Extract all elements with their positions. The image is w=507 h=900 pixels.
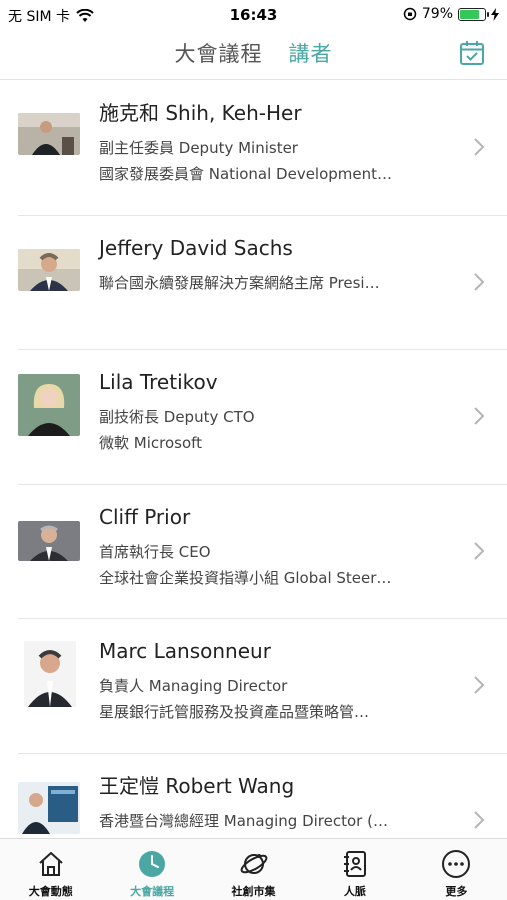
speaker-organization: 星展銀行託管服務及投資產品暨策略管… <box>99 703 370 721</box>
speaker-photo <box>18 781 80 834</box>
speaker-list: 施克和 Shih, Keh-Her 副主任委員 Deputy Minister … <box>0 81 507 834</box>
more-icon <box>442 850 471 878</box>
bottom-tab-bar: 大會動態 大會議程 社創市集 人脈 更多 <box>0 838 507 900</box>
speaker-name: Marc Lansonneur <box>99 639 271 663</box>
status-right: 79% <box>403 6 499 22</box>
speaker-photo <box>18 374 80 436</box>
speaker-organization: 全球社會企業投資指導小組 Global Steer… <box>99 568 392 587</box>
tab-label: 大會議程 <box>130 885 175 898</box>
speaker-organization: 微軟 Microsoft <box>99 434 203 452</box>
charging-icon <box>491 7 499 21</box>
chevron-right-icon <box>474 810 485 829</box>
speaker-row[interactable]: 王定愷 Robert Wang 香港暨台灣總經理 Managing Direct… <box>18 754 507 834</box>
planet-icon <box>240 854 267 874</box>
chevron-right-icon <box>474 407 485 425</box>
tab-more[interactable]: 更多 <box>406 839 507 900</box>
speaker-name: Jeffery David Sachs <box>99 235 293 260</box>
tab-news[interactable]: 大會動態 <box>0 839 101 900</box>
tab-label: 大會動態 <box>28 885 73 898</box>
speaker-photo <box>18 520 80 561</box>
speaker-row[interactable]: Jeffery David Sachs 聯合國永續發展解決方案網絡主席 Pres… <box>18 216 507 350</box>
chevron-right-icon <box>474 272 485 291</box>
speaker-name: 王定愷 Robert Wang <box>99 773 295 798</box>
tab-market[interactable]: 社創市集 <box>203 839 304 900</box>
tab-agenda-bottom[interactable]: 大會議程 <box>101 839 202 900</box>
tab-label: 更多 <box>445 885 468 898</box>
battery-icon <box>458 7 489 21</box>
battery-percent: 79% <box>421 6 453 22</box>
calendar-check-icon[interactable] <box>459 40 485 66</box>
speaker-name: Cliff Prior <box>99 504 191 529</box>
speaker-title: 聯合國永續發展解決方案網絡主席 Presi… <box>99 273 380 292</box>
chevron-right-icon <box>474 138 485 156</box>
speaker-title: 香港暨台灣總經理 Managing Director (… <box>99 811 388 830</box>
orientation-lock-icon <box>403 7 417 21</box>
tab-label: 人脈 <box>343 885 366 898</box>
speaker-title: 首席執行長 CEO <box>99 542 211 561</box>
speaker-row[interactable]: Marc Lansonneur 負責人 Managing Director 星展… <box>18 619 507 754</box>
top-nav-bar: 大會議程 講者 <box>0 28 507 80</box>
contacts-icon <box>343 851 366 877</box>
tab-label: 社創市集 <box>231 885 276 898</box>
home-icon <box>39 852 63 876</box>
speaker-photo <box>24 641 76 707</box>
tab-speakers[interactable]: 講者 <box>289 38 333 68</box>
speaker-title: 副主任委員 Deputy Minister <box>99 139 298 157</box>
chevron-right-icon <box>474 676 485 694</box>
speaker-row[interactable]: Cliff Prior 首席執行長 CEO 全球社會企業投資指導小組 Globa… <box>18 485 507 619</box>
speaker-title: 負責人 Managing Director <box>99 677 288 695</box>
speaker-title: 副技術長 Deputy CTO <box>99 408 255 426</box>
status-bar: 无 SIM 卡 16:43 79% <box>0 0 507 28</box>
speaker-organization: 國家發展委員會 National Development… <box>99 165 393 183</box>
segment-tabs: 大會議程 講者 <box>0 38 507 68</box>
tab-network[interactable]: 人脈 <box>304 839 405 900</box>
speaker-photo <box>18 113 80 155</box>
speaker-name: 施克和 Shih, Keh-Her <box>99 101 302 125</box>
battery-fill <box>460 9 479 19</box>
speaker-photo <box>18 248 80 291</box>
speaker-row[interactable]: Lila Tretikov 副技術長 Deputy CTO 微軟 Microso… <box>18 350 507 485</box>
tab-agenda[interactable]: 大會議程 <box>175 38 263 68</box>
chevron-right-icon <box>474 541 485 560</box>
speaker-row[interactable]: 施克和 Shih, Keh-Her 副主任委員 Deputy Minister … <box>18 81 507 216</box>
speaker-name: Lila Tretikov <box>99 370 218 394</box>
clock-icon <box>139 851 166 877</box>
